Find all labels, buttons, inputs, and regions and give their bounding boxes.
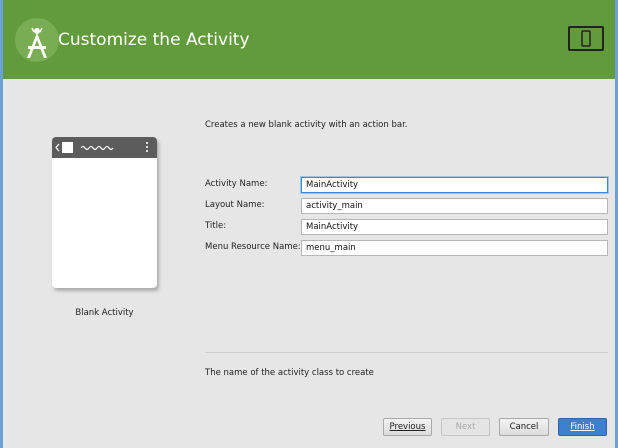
previous-button[interactable]: Previous — [383, 418, 432, 436]
finish-button-label: Finish — [570, 422, 595, 432]
title-row: Title: — [205, 219, 608, 235]
layout-name-input[interactable] — [301, 198, 608, 214]
template-description: Creates a new blank activity with an act… — [205, 120, 408, 130]
preview-action-bar — [52, 137, 157, 158]
cancel-button[interactable]: Cancel — [499, 418, 549, 436]
cancel-button-label: Cancel — [509, 422, 539, 432]
menu-resource-name-input[interactable] — [301, 240, 608, 256]
activity-name-input[interactable] — [301, 177, 608, 193]
field-help-text: The name of the activity class to create — [205, 368, 374, 378]
page-title: Customize the Activity — [58, 30, 250, 50]
title-input[interactable] — [301, 219, 608, 235]
android-studio-logo-icon — [15, 18, 59, 62]
divider — [205, 352, 608, 353]
layout-name-label: Layout Name: — [205, 200, 265, 210]
activity-preview-thumbnail — [52, 137, 157, 288]
next-button-label: Next — [455, 422, 476, 432]
activity-name-label: Activity Name: — [205, 179, 268, 189]
app-icon-placeholder — [62, 142, 73, 153]
next-button[interactable]: Next — [441, 418, 490, 436]
customize-activity-dialog: Customize the Activity Blank Activity Cr… — [0, 0, 618, 448]
template-name-label: Blank Activity — [75, 308, 134, 318]
wizard-header: Customize the Activity — [3, 0, 615, 79]
title-squiggle — [80, 145, 114, 151]
menu-resource-name-label: Menu Resource Name: — [205, 242, 301, 252]
overflow-menu-icon — [146, 142, 148, 152]
activity-name-row: Activity Name: — [205, 177, 608, 193]
layout-name-row: Layout Name: — [205, 198, 608, 214]
previous-button-label: Previous — [389, 422, 426, 432]
tablet-phone-icon — [568, 26, 604, 52]
title-label: Title: — [205, 221, 227, 231]
menu-resource-name-row: Menu Resource Name: — [205, 240, 608, 256]
finish-button[interactable]: Finish — [558, 418, 607, 436]
back-arrow-icon — [55, 143, 60, 152]
